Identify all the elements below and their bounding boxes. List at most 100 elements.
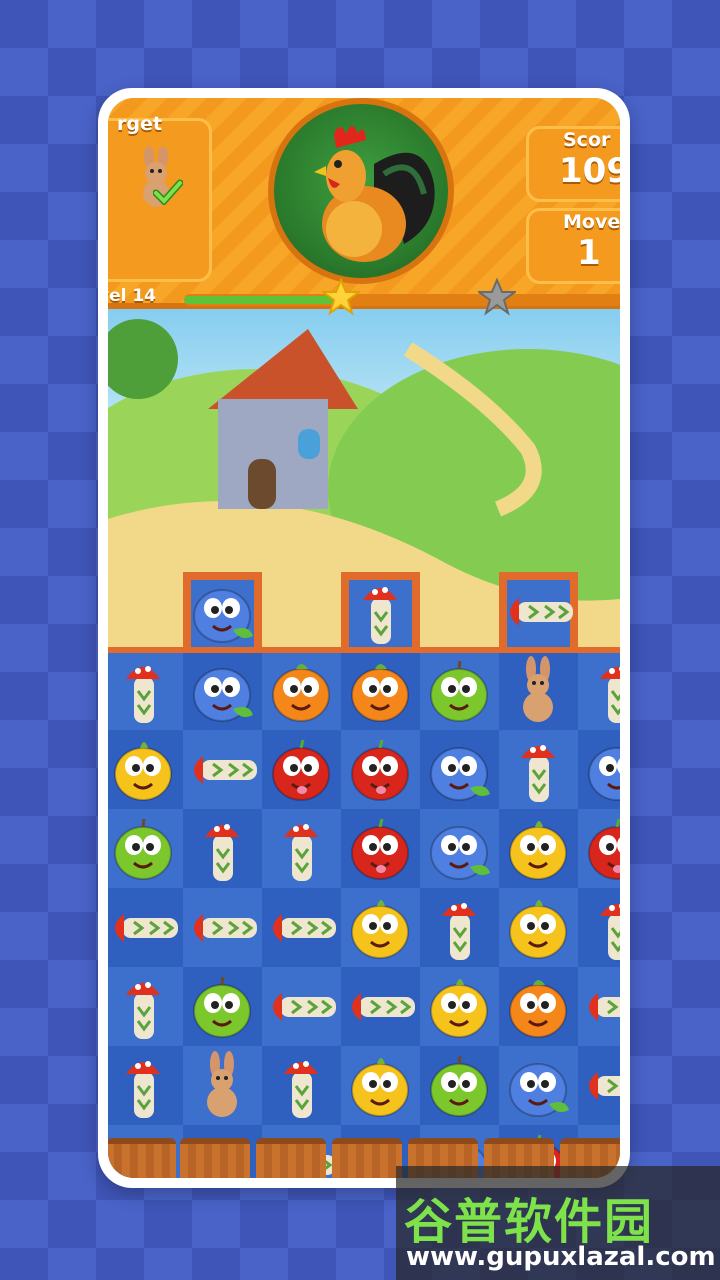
board-cell[interactable]	[420, 888, 499, 967]
blueberry-piece-icon[interactable]	[420, 809, 499, 888]
crate	[108, 1138, 176, 1178]
blueberry-piece-icon[interactable]	[183, 651, 262, 730]
board-cell[interactable]	[578, 1046, 620, 1125]
board-cell[interactable]	[108, 730, 183, 809]
board-cell[interactable]	[183, 888, 262, 967]
apple-piece-icon[interactable]	[578, 809, 620, 888]
match3-board	[108, 572, 620, 1178]
blueberry-piece-icon[interactable]	[183, 572, 262, 651]
mushroom-piece-icon[interactable]	[341, 572, 420, 651]
board-cell[interactable]	[108, 1046, 183, 1125]
board-cell[interactable]	[499, 572, 578, 651]
mushroom-piece-icon[interactable]	[578, 888, 620, 967]
board-cell[interactable]	[578, 651, 620, 730]
board-cell[interactable]	[108, 888, 183, 967]
target-label: rget	[117, 113, 162, 135]
board-cell[interactable]	[341, 967, 420, 1046]
crate	[180, 1138, 250, 1178]
board-cell[interactable]	[341, 651, 420, 730]
carrot-left-piece-icon[interactable]	[578, 1046, 620, 1125]
board-cell[interactable]	[262, 651, 341, 730]
mushroom-piece-icon[interactable]	[108, 1046, 183, 1125]
apple-piece-icon[interactable]	[262, 730, 341, 809]
board-cell[interactable]	[420, 730, 499, 809]
lemon-piece-icon[interactable]	[341, 1046, 420, 1125]
apple-piece-icon[interactable]	[341, 730, 420, 809]
mushroom-piece-icon[interactable]	[499, 730, 578, 809]
orange-piece-icon[interactable]	[341, 651, 420, 730]
carrot-left-piece-icon[interactable]	[341, 967, 420, 1046]
phone-frame: rget Scor 109 Move 1 el 14	[98, 88, 630, 1188]
board-cell[interactable]	[499, 888, 578, 967]
board-cell[interactable]	[341, 809, 420, 888]
carrot-left-piece-icon[interactable]	[183, 730, 262, 809]
lemon-piece-icon[interactable]	[420, 967, 499, 1046]
carrot-left-piece-icon[interactable]	[578, 967, 620, 1046]
carrot-left-piece-icon[interactable]	[108, 888, 183, 967]
mushroom-piece-icon[interactable]	[262, 809, 341, 888]
lemon-piece-icon[interactable]	[341, 888, 420, 967]
board-cell[interactable]	[499, 651, 578, 730]
orange-piece-icon[interactable]	[499, 967, 578, 1046]
board-cell[interactable]	[262, 967, 341, 1046]
board-cell[interactable]	[341, 730, 420, 809]
mushroom-piece-icon[interactable]	[420, 888, 499, 967]
board-cell[interactable]	[262, 1046, 341, 1125]
board-cell[interactable]	[108, 651, 183, 730]
carrot-left-piece-icon[interactable]	[262, 888, 341, 967]
board-cell[interactable]	[183, 651, 262, 730]
board-cell[interactable]	[183, 809, 262, 888]
board-cell[interactable]	[420, 809, 499, 888]
apple-piece-icon[interactable]	[341, 809, 420, 888]
mushroom-piece-icon[interactable]	[578, 651, 620, 730]
pear-piece-icon[interactable]	[420, 651, 499, 730]
board-cell[interactable]	[499, 967, 578, 1046]
board-cell[interactable]	[341, 1046, 420, 1125]
carrot-left-piece-icon[interactable]	[262, 967, 341, 1046]
moves-value: 1	[577, 233, 601, 273]
board-cell[interactable]	[420, 967, 499, 1046]
game-screen: rget Scor 109 Move 1 el 14	[108, 98, 620, 1178]
rooster-portrait	[268, 98, 454, 284]
blueberry-piece-icon[interactable]	[420, 730, 499, 809]
board-cell[interactable]	[183, 967, 262, 1046]
board-cell[interactable]	[108, 809, 183, 888]
board-cell[interactable]	[578, 730, 620, 809]
lemon-piece-icon[interactable]	[108, 730, 183, 809]
board-cell[interactable]	[183, 730, 262, 809]
lemon-piece-icon[interactable]	[499, 809, 578, 888]
rabbit-piece-icon[interactable]	[499, 651, 578, 730]
board-cell[interactable]	[262, 888, 341, 967]
board-cell[interactable]	[578, 809, 620, 888]
board-cell[interactable]	[499, 1046, 578, 1125]
carrot-left-piece-icon[interactable]	[499, 572, 578, 651]
carrot-left-piece-icon[interactable]	[183, 888, 262, 967]
board-cell[interactable]	[420, 651, 499, 730]
board-cell[interactable]	[108, 967, 183, 1046]
board-cell[interactable]	[499, 809, 578, 888]
board-cell[interactable]	[341, 572, 420, 651]
watermark: 谷普软件园 www.gupuxlazal.com	[396, 1166, 720, 1280]
rabbit-piece-icon[interactable]	[183, 1046, 262, 1125]
lemon-piece-icon[interactable]	[499, 888, 578, 967]
orange-piece-icon[interactable]	[262, 651, 341, 730]
board-cell[interactable]	[183, 572, 262, 651]
mushroom-piece-icon[interactable]	[262, 1046, 341, 1125]
level-label: vel 14	[108, 286, 157, 306]
pear-piece-icon[interactable]	[183, 967, 262, 1046]
pear-piece-icon[interactable]	[108, 809, 183, 888]
board-cell[interactable]	[183, 1046, 262, 1125]
board-cell[interactable]	[262, 730, 341, 809]
pear-piece-icon[interactable]	[420, 1046, 499, 1125]
board-cell[interactable]	[341, 888, 420, 967]
blueberry-piece-icon[interactable]	[499, 1046, 578, 1125]
mushroom-piece-icon[interactable]	[183, 809, 262, 888]
board-cell[interactable]	[420, 1046, 499, 1125]
board-cell[interactable]	[578, 888, 620, 967]
blueberry-piece-icon[interactable]	[578, 730, 620, 809]
board-cell[interactable]	[578, 967, 620, 1046]
board-cell[interactable]	[262, 809, 341, 888]
mushroom-piece-icon[interactable]	[108, 967, 183, 1046]
board-cell[interactable]	[499, 730, 578, 809]
mushroom-piece-icon[interactable]	[108, 651, 183, 730]
